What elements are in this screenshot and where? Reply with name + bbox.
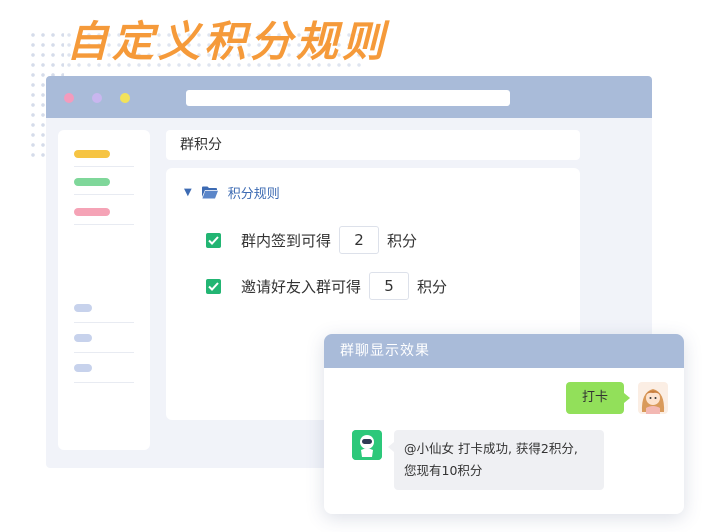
folder-open-icon (201, 186, 218, 198)
rule-unit: 积分 (387, 231, 418, 250)
sidebar-item-blue-1[interactable] (74, 304, 92, 312)
rule-label: 邀请好友入群可得 (241, 277, 362, 296)
page-header: 群积分 (166, 130, 580, 160)
chat-preview-title: 群聊显示效果 (324, 334, 684, 368)
rule-row-invite: 邀请好友入群可得 5 积分 (206, 272, 447, 300)
sidebar-divider (74, 322, 134, 323)
address-bar[interactable] (186, 90, 510, 106)
sidebar (58, 130, 150, 450)
rule-row-checkin: 群内签到可得 2 积分 (206, 226, 417, 254)
sidebar-divider (74, 194, 134, 195)
maximize-window-dot[interactable] (120, 93, 130, 103)
window-titlebar (46, 76, 652, 118)
bot-reply-line-1: @小仙女 打卡成功, 获得2积分, (404, 441, 578, 456)
rule-label: 群内签到可得 (241, 231, 332, 250)
bot-avatar (352, 430, 382, 460)
hero-title: 自定义积分规则 (66, 17, 389, 66)
sidebar-item-blue-2[interactable] (74, 334, 92, 342)
triangle-down-icon[interactable]: ▼ (184, 187, 192, 198)
sidebar-item-green[interactable] (74, 178, 110, 186)
sidebar-item-yellow[interactable] (74, 150, 110, 158)
checkbox-checked-icon[interactable] (206, 278, 221, 294)
checkbox-checked-icon[interactable] (206, 232, 221, 248)
page-title: 群积分 (180, 137, 222, 153)
chat-preview-panel: 群聊显示效果 打卡 @小仙女 打卡成功, 获得2积分, 您现有10积分 (324, 334, 684, 514)
minimize-window-dot[interactable] (92, 93, 102, 103)
tree-node-label: 积分规则 (227, 186, 280, 202)
sidebar-divider (74, 224, 134, 225)
bot-reply-line-2: 您现有10积分 (404, 463, 483, 478)
bot-reply-bubble: @小仙女 打卡成功, 获得2积分, 您现有10积分 (388, 430, 604, 490)
invite-points-input[interactable]: 5 (369, 272, 410, 300)
user-message-bubble: 打卡 (566, 382, 631, 414)
rule-unit: 积分 (417, 277, 448, 296)
sidebar-item-blue-3[interactable] (74, 364, 92, 372)
user-avatar (638, 382, 668, 414)
close-window-dot[interactable] (64, 93, 74, 103)
sidebar-divider (74, 166, 134, 167)
tree-node-points-rules[interactable]: ▼ 积分规则 (184, 182, 280, 202)
sidebar-divider (74, 352, 134, 353)
checkin-points-input[interactable]: 2 (339, 226, 380, 254)
sidebar-divider (74, 382, 134, 383)
sidebar-item-pink[interactable] (74, 208, 110, 216)
